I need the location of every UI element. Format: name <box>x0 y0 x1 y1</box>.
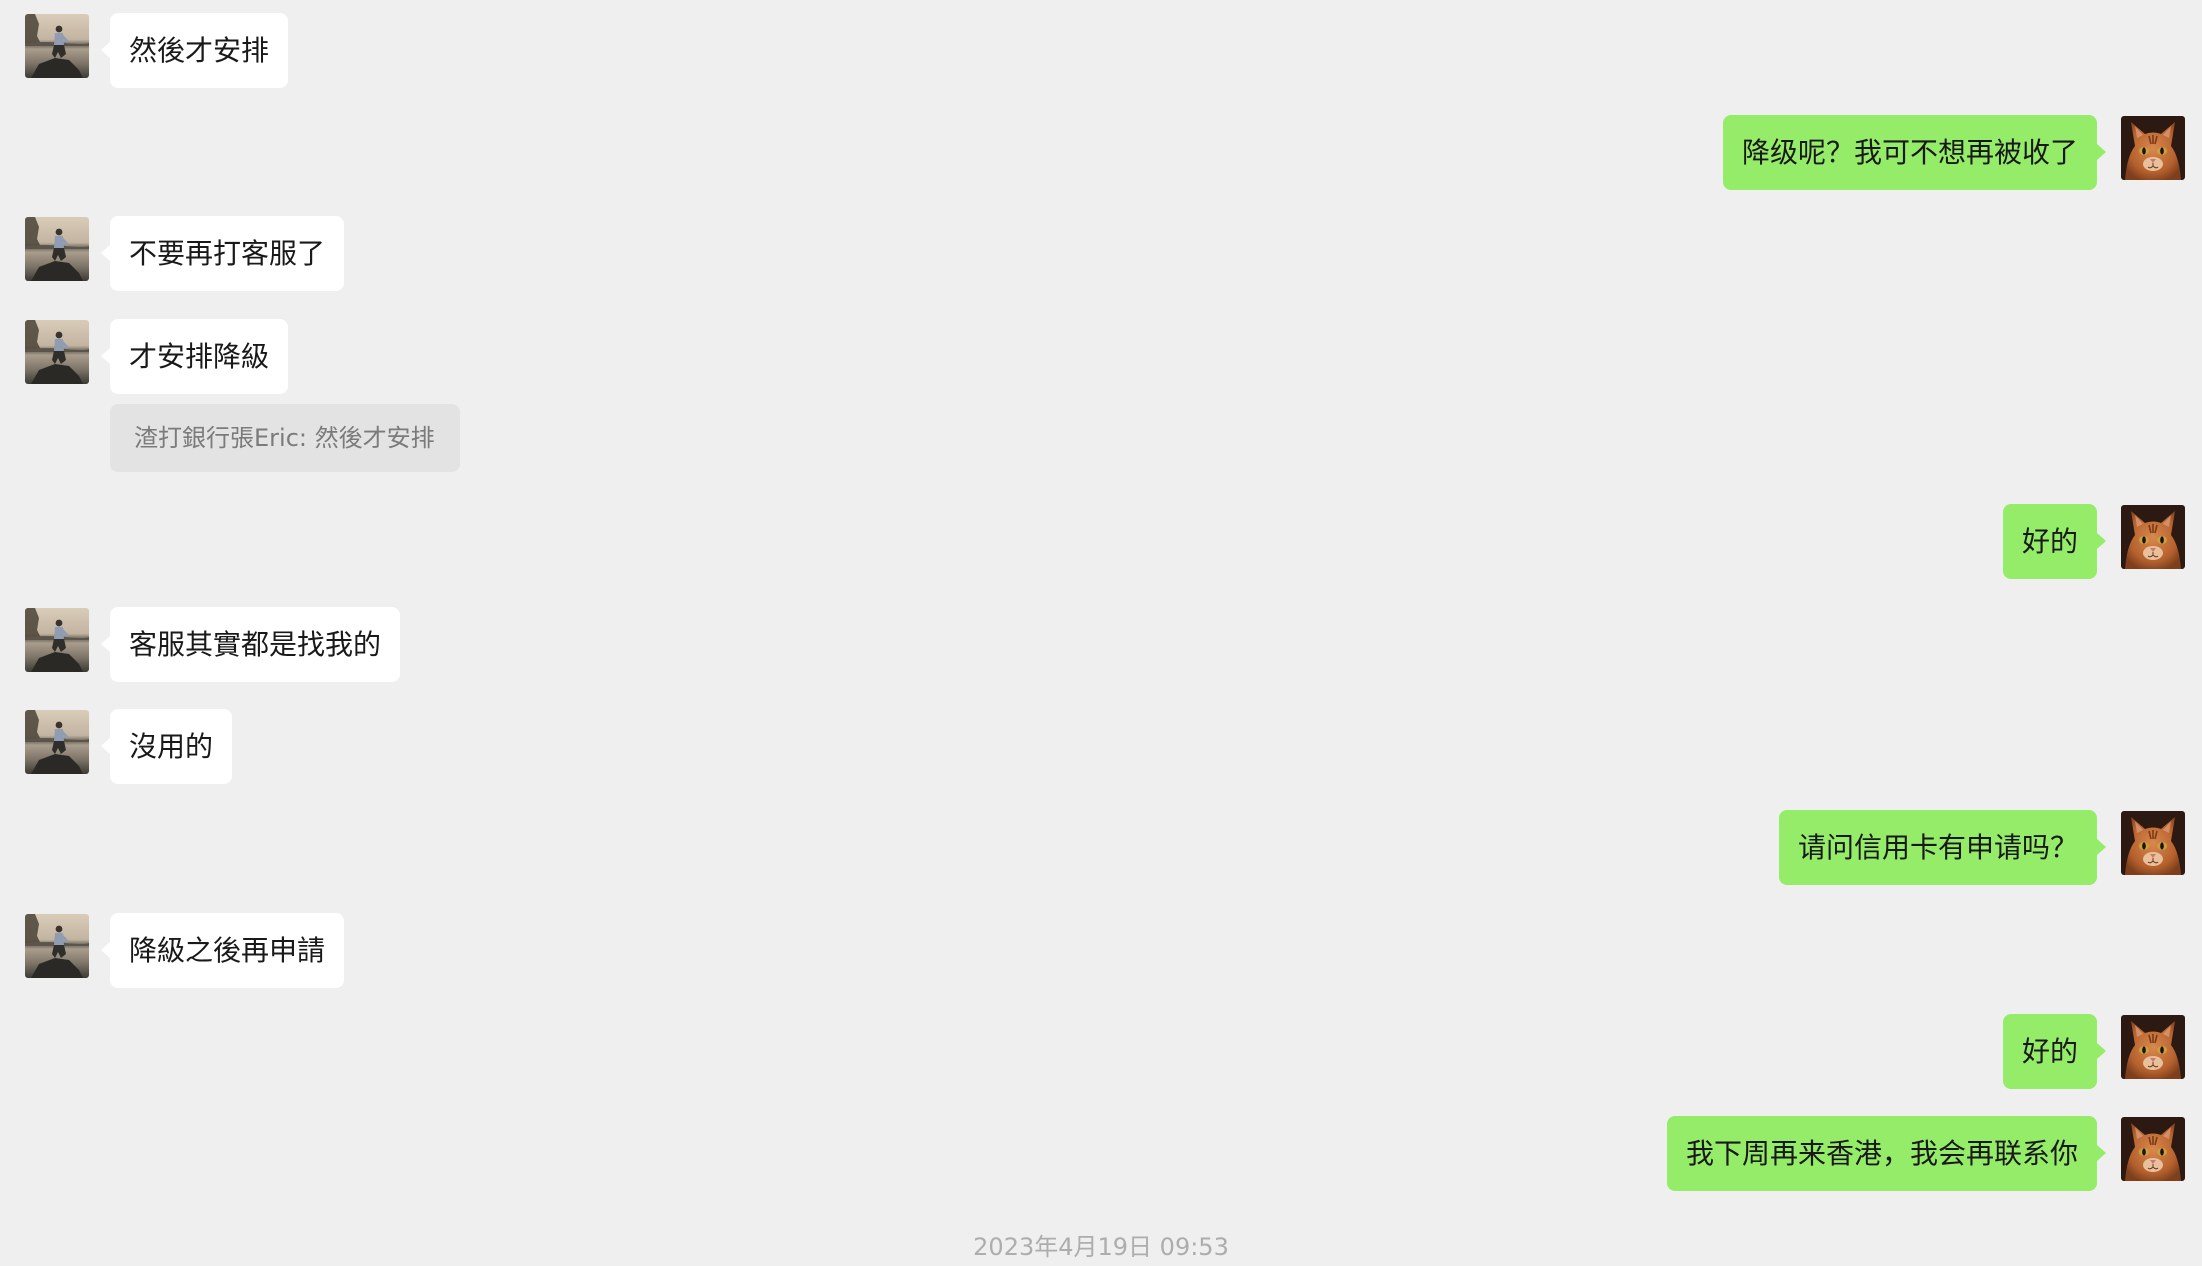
self-avatar[interactable] <box>2121 1015 2185 1079</box>
chat-message-list[interactable]: 然後才安排 降级呢？我可不想再被收了 不要再打客服了 才安排降級 渣打銀行張Er… <box>0 0 2202 1266</box>
message-row: 我下周再来香港，我会再联系你 <box>0 1116 2202 1192</box>
outgoing-message-bubble[interactable]: 我下周再来香港，我会再联系你 <box>1666 1116 2107 1191</box>
self-avatar[interactable] <box>2121 811 2185 875</box>
outgoing-message-bubble[interactable]: 降级呢？我可不想再被收了 <box>1722 115 2107 190</box>
message-text: 好的 <box>2021 525 2078 558</box>
incoming-message-bubble[interactable]: 客服其實都是找我的 <box>100 607 401 682</box>
quoted-message-text: 渣打銀行張Eric: 然後才安排 <box>134 424 435 452</box>
message-row: 然後才安排 <box>0 13 2202 89</box>
message-row: 客服其實都是找我的 <box>0 607 2202 683</box>
self-avatar[interactable] <box>2121 505 2185 569</box>
contact-avatar[interactable] <box>25 217 89 281</box>
outgoing-message-bubble[interactable]: 好的 <box>2002 504 2107 579</box>
message-text: 我下周再来香港，我会再联系你 <box>1685 1137 2078 1170</box>
message-text: 客服其實都是找我的 <box>129 628 382 661</box>
incoming-message-bubble[interactable]: 然後才安排 <box>100 13 289 88</box>
message-text: 降級之後再申請 <box>129 934 326 967</box>
message-text: 沒用的 <box>129 730 214 763</box>
quoted-message[interactable]: 渣打銀行張Eric: 然後才安排 <box>110 404 460 472</box>
message-row: 请问信用卡有申请吗？ <box>0 810 2202 886</box>
contact-avatar[interactable] <box>25 710 89 774</box>
message-text: 好的 <box>2021 1035 2078 1068</box>
message-row: 不要再打客服了 <box>0 216 2202 292</box>
incoming-message-bubble[interactable]: 才安排降級 <box>100 319 289 394</box>
incoming-message-bubble[interactable]: 沒用的 <box>100 709 233 784</box>
contact-avatar[interactable] <box>25 608 89 672</box>
message-row: 沒用的 <box>0 709 2202 785</box>
message-text: 才安排降級 <box>129 340 270 373</box>
contact-avatar[interactable] <box>25 320 89 384</box>
self-avatar[interactable] <box>2121 116 2185 180</box>
outgoing-message-bubble[interactable]: 好的 <box>2002 1014 2107 1089</box>
message-row: 降級之後再申請 <box>0 913 2202 989</box>
message-text: 然後才安排 <box>129 34 270 67</box>
message-row: 好的 <box>0 1014 2202 1090</box>
message-row: 降级呢？我可不想再被收了 <box>0 115 2202 191</box>
message-row: 好的 <box>0 504 2202 580</box>
message-row: 才安排降級 <box>0 319 2202 395</box>
incoming-message-bubble[interactable]: 降級之後再申請 <box>100 913 345 988</box>
message-text: 不要再打客服了 <box>129 237 326 270</box>
outgoing-message-bubble[interactable]: 请问信用卡有申请吗？ <box>1778 810 2107 885</box>
message-text: 降级呢？我可不想再被收了 <box>1741 136 2078 169</box>
contact-avatar[interactable] <box>25 14 89 78</box>
message-text: 请问信用卡有申请吗？ <box>1797 831 2078 864</box>
incoming-message-bubble[interactable]: 不要再打客服了 <box>100 216 345 291</box>
contact-avatar[interactable] <box>25 914 89 978</box>
timestamp: 2023年4月19日 09:53 <box>973 1233 1229 1261</box>
self-avatar[interactable] <box>2121 1117 2185 1181</box>
